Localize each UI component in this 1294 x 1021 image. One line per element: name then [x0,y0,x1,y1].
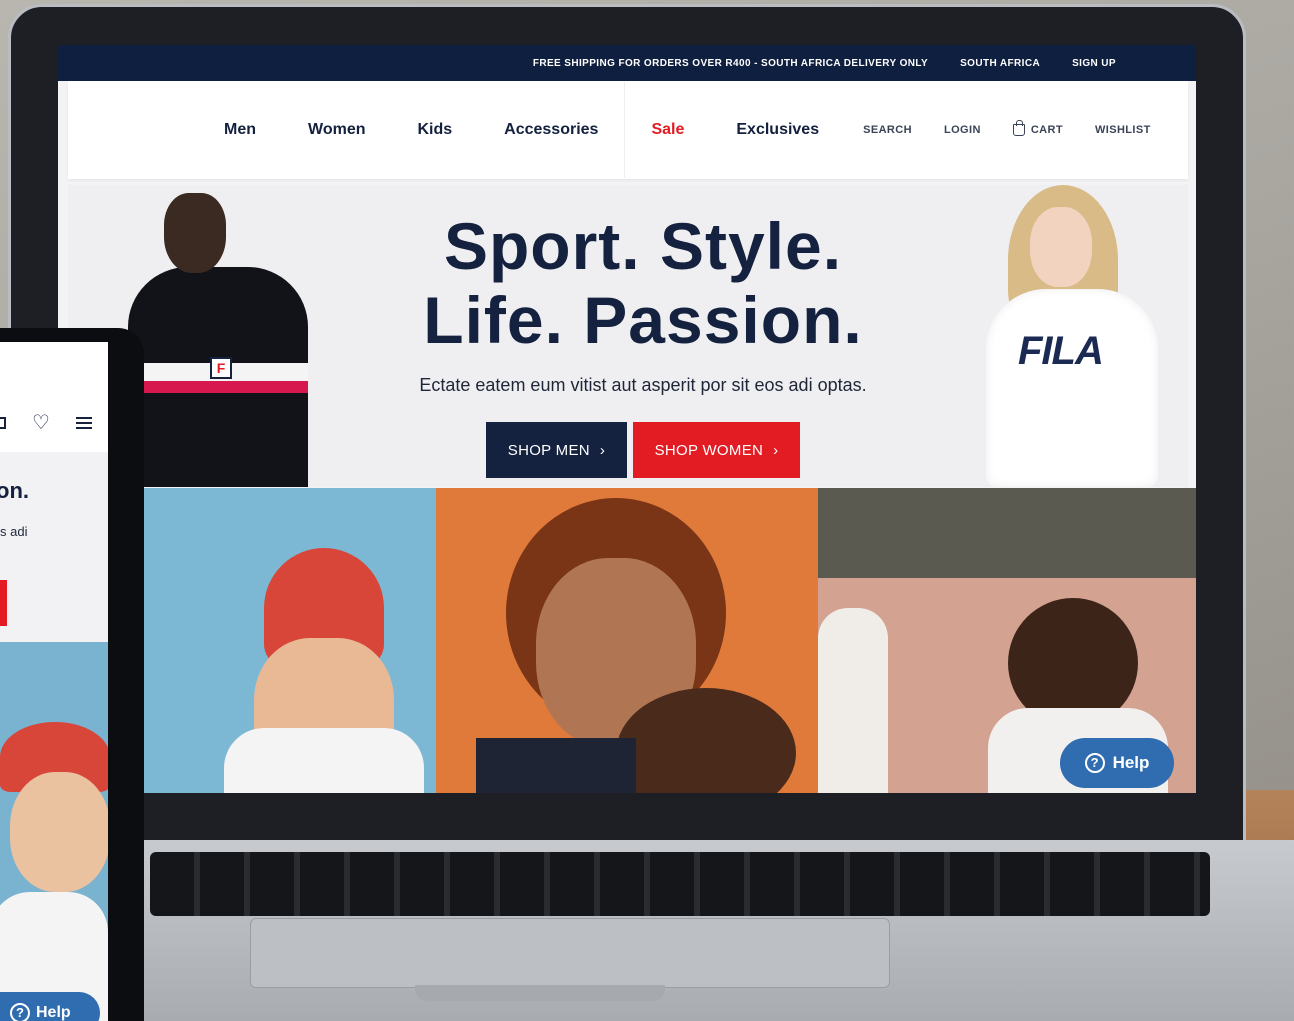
login-link[interactable]: LOGIN [944,124,981,136]
help-button[interactable]: ? Help [1060,738,1174,788]
wishlist-link[interactable]: WISHLIST [1095,124,1151,136]
nav-item-men[interactable]: Men [198,121,282,139]
question-icon: ? [1084,753,1105,773]
bag-icon[interactable] [0,416,6,429]
nav-item-exclusives[interactable]: Exclusives [710,121,845,139]
laptop-notch [415,985,665,1001]
laptop-keyboard [150,852,1210,916]
nav-item-women[interactable]: Women [282,121,391,139]
signup-link[interactable]: SIGN UP [1072,58,1116,69]
kids-cap-image[interactable] [144,488,436,793]
cart-label: CART [1030,124,1063,136]
question-icon: ? [10,1003,30,1021]
hero-subtitle: Ectate eatem eum vitist aut asperit por … [419,375,867,395]
chevron-right-icon: › [773,441,779,459]
tablet-hero-title: on. [0,478,29,503]
tablet-hero-subtitle: s adi [0,524,28,539]
top-bar: FREE SHIPPING FOR ORDERS OVER R400 - SOU… [58,45,1196,81]
tablet-device: ♡ on. s adi ? Help [0,328,144,1021]
laptop-screen: FREE SHIPPING FOR ORDERS OVER R400 - SOU… [58,45,1196,793]
cart-bag-icon [1012,120,1025,136]
laptop-trackpad [250,918,890,988]
shop-men-button[interactable]: SHOP MEN › [486,422,627,478]
region-link[interactable]: SOUTH AFRICA [960,58,1040,69]
cart-link[interactable]: CART [1012,120,1063,136]
nav-item-kids[interactable]: Kids [391,121,478,139]
hero-title: Sport. Style. Life. Passion. [423,209,863,357]
shop-women-button[interactable]: SHOP WOMEN › [633,422,800,478]
tablet-screen: ♡ on. s adi ? Help [0,342,108,1021]
search-link[interactable]: SEARCH [863,124,912,136]
hero-banner: F FILA Sport. Style. Life. Passion. Ecta… [68,185,1188,487]
tablet-shop-button[interactable] [0,580,7,626]
tablet-header: ♡ [0,342,108,452]
tablet-kid-image [0,642,108,1021]
shipping-banner: FREE SHIPPING FOR ORDERS OVER R400 - SOU… [532,57,929,69]
heart-icon[interactable]: ♡ [32,410,50,435]
main-nav: Men Women Kids Accessories Sale Exclusiv… [68,81,1188,179]
nav-item-sale[interactable]: Sale [625,121,710,139]
hamburger-menu-icon[interactable] [75,416,92,429]
kids-portrait-image[interactable] [436,488,818,793]
nav-item-accessories[interactable]: Accessories [478,121,624,139]
tablet-help-button[interactable]: ? Help [0,992,100,1021]
chevron-right-icon: › [599,441,606,459]
